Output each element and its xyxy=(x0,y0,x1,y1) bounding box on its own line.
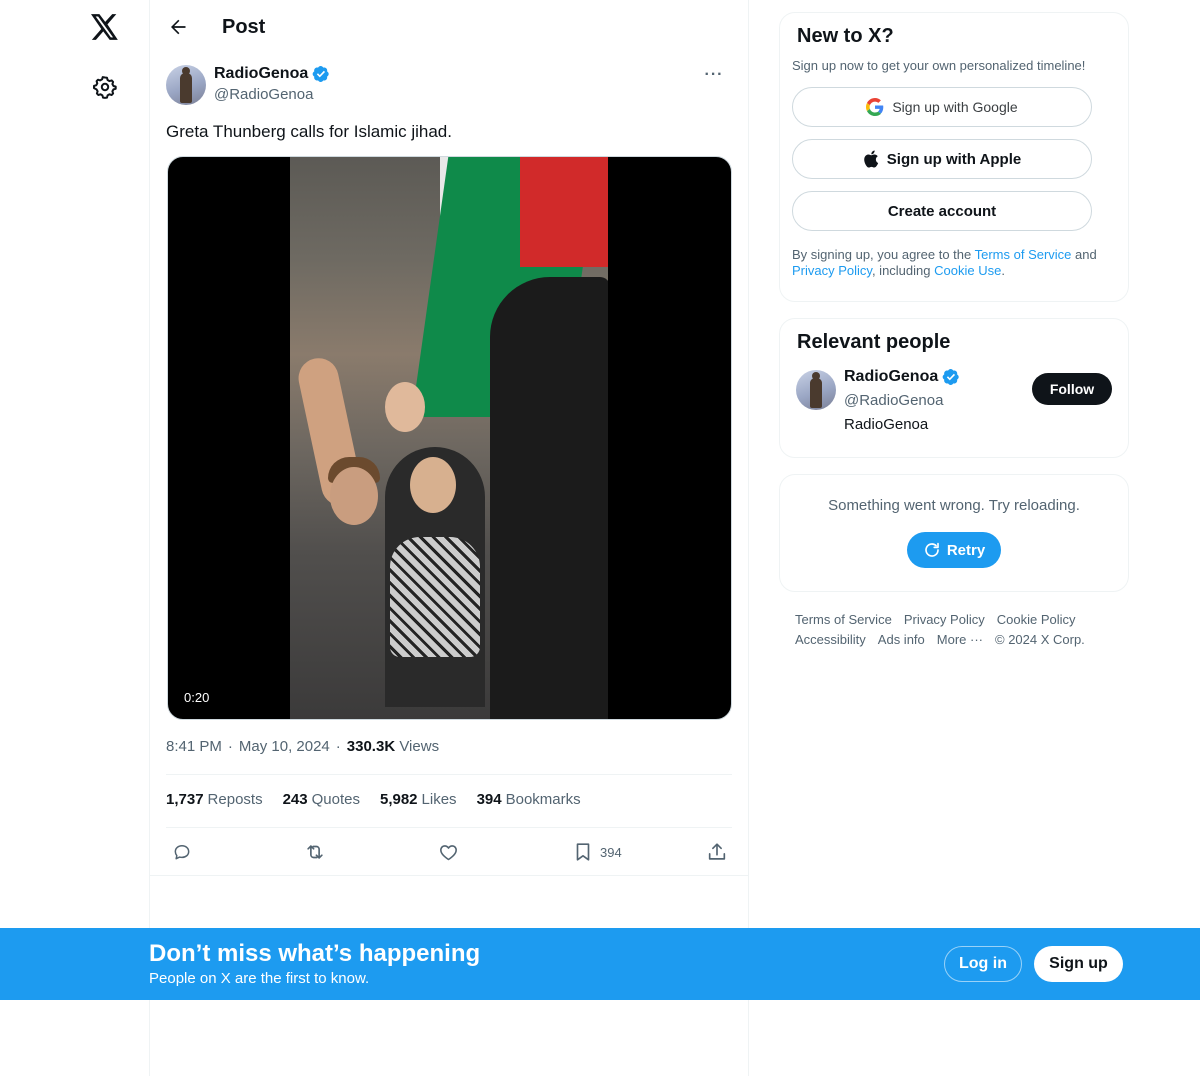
apple-icon xyxy=(864,150,878,168)
post-stats: 1,737 Reposts 243 Quotes 5,982 Likes 394 Boo… xyxy=(166,791,581,808)
error-message: Something went wrong. Try reloading. xyxy=(828,497,1080,514)
divider xyxy=(166,827,732,828)
footer-accessibility-link[interactable]: Accessibility xyxy=(795,632,866,647)
refresh-icon xyxy=(925,542,939,557)
google-icon xyxy=(866,98,884,116)
post-date[interactable]: May 10, 2024 xyxy=(239,738,330,755)
post-actions: 394 xyxy=(168,838,734,866)
author-handle[interactable]: @RadioGenoa xyxy=(214,86,313,103)
footer-ads-link[interactable]: Ads info xyxy=(878,632,925,647)
footer-copyright: © 2024 X Corp. xyxy=(995,632,1085,647)
left-nav xyxy=(0,0,150,1076)
cookie-use-link[interactable]: Cookie Use xyxy=(934,263,1001,278)
google-label: Sign up with Google xyxy=(892,99,1018,115)
person-name-line: RadioGenoa xyxy=(844,368,960,386)
more-options-icon[interactable]: ··· xyxy=(702,66,726,86)
terms-notice: By signing up, you agree to the Terms of… xyxy=(792,247,1097,278)
views-count: 330.3K xyxy=(346,738,396,755)
post-views: 330.3K Views xyxy=(347,738,439,755)
apple-label: Sign up with Apple xyxy=(886,150,1022,168)
avatar[interactable] xyxy=(166,65,206,105)
banner-title: Don’t miss what’s happening xyxy=(149,940,481,967)
sign-up-google-button[interactable]: Sign up with Google xyxy=(792,87,1092,127)
error-card: Something went wrong. Try reloading. Ret… xyxy=(779,474,1129,592)
post-time[interactable]: 8:41 PM xyxy=(166,738,222,755)
repost-icon xyxy=(307,845,323,859)
avatar[interactable] xyxy=(796,370,836,410)
sidebar-footer: Terms of Service Privacy Policy Cookie Pol… xyxy=(795,610,1115,650)
relevant-people-card: Relevant people RadioGenoa @RadioGenoa R… xyxy=(779,318,1129,458)
post-meta: 8:41 PM · May 10, 2024 · 330.3K Views xyxy=(166,738,439,755)
likes-stat[interactable]: 5,982 Likes xyxy=(380,791,457,808)
follow-button[interactable]: Follow xyxy=(1032,373,1112,405)
retry-button[interactable]: Retry xyxy=(906,532,1002,568)
divider xyxy=(166,774,732,775)
main-column: Post RadioGenoa @RadioGenoa ··· Greta Th… xyxy=(149,0,749,1076)
new-to-x-card: New to X? Sign up now to get your own pe… xyxy=(779,12,1129,302)
repost-button[interactable] xyxy=(304,838,326,866)
top-bar: Post xyxy=(150,0,748,54)
create-account-button[interactable]: Create account xyxy=(792,191,1092,231)
divider xyxy=(150,875,748,876)
bookmark-count: 394 xyxy=(600,844,622,860)
footer-cookie-link[interactable]: Cookie Policy xyxy=(997,612,1076,627)
meta-separator: · xyxy=(335,738,341,755)
card-title: New to X? xyxy=(797,25,894,47)
arrow-left-icon[interactable] xyxy=(166,15,190,39)
verified-badge-icon xyxy=(942,368,959,386)
video-player[interactable]: 0:20 xyxy=(167,156,732,720)
page-title: Post xyxy=(222,15,266,38)
share-button[interactable] xyxy=(706,838,728,866)
quotes-stat[interactable]: 243 Quotes xyxy=(283,791,360,808)
create-account-label: Create account xyxy=(887,202,997,220)
post-text: Greta Thunberg calls for Islamic jihad. xyxy=(166,122,452,141)
heart-icon xyxy=(440,844,457,860)
retry-label: Retry xyxy=(946,541,986,559)
bookmark-button[interactable]: 394 xyxy=(572,838,622,866)
reply-button[interactable] xyxy=(172,838,192,866)
footer-terms-link[interactable]: Terms of Service xyxy=(795,612,892,627)
reply-icon xyxy=(174,845,190,860)
gear-icon[interactable] xyxy=(88,70,122,104)
reposts-stat[interactable]: 1,737 Reposts xyxy=(166,791,263,808)
signup-banner: Don’t miss what’s happening People on X … xyxy=(0,928,1200,1000)
views-label: Views xyxy=(399,738,440,755)
author-name[interactable]: RadioGenoa xyxy=(214,65,308,83)
author-name-line: RadioGenoa xyxy=(214,65,330,83)
login-button[interactable]: Log in xyxy=(944,946,1022,982)
bookmark-icon xyxy=(576,843,590,861)
privacy-link[interactable]: Privacy Policy xyxy=(792,263,872,278)
person-handle[interactable]: @RadioGenoa xyxy=(844,392,943,409)
signup-button[interactable]: Sign up xyxy=(1034,946,1123,982)
card-title: Relevant people xyxy=(797,331,951,353)
post-author: RadioGenoa @RadioGenoa ··· xyxy=(166,64,734,108)
like-button[interactable] xyxy=(438,838,459,866)
share-icon xyxy=(708,843,726,860)
meta-separator: · xyxy=(227,738,233,755)
terms-link[interactable]: Terms of Service xyxy=(975,247,1072,262)
verified-badge-icon xyxy=(312,65,329,83)
footer-more-link[interactable]: More ··· xyxy=(937,632,983,647)
person-name[interactable]: RadioGenoa xyxy=(844,368,938,386)
video-duration: 0:20 xyxy=(184,690,210,705)
banner-subtitle: People on X are the first to know. xyxy=(149,970,370,987)
x-logo-icon[interactable] xyxy=(88,10,122,44)
relevant-person[interactable]: RadioGenoa @RadioGenoa RadioGenoa Follow xyxy=(796,368,1112,438)
video-frame xyxy=(290,157,608,719)
sign-up-apple-button[interactable]: Sign up with Apple xyxy=(792,139,1092,179)
footer-privacy-link[interactable]: Privacy Policy xyxy=(904,612,985,627)
person-bio: RadioGenoa xyxy=(844,416,929,433)
bookmarks-stat[interactable]: 394 Bookmarks xyxy=(477,791,581,808)
card-subtitle: Sign up now to get your own personalized… xyxy=(792,58,1086,73)
